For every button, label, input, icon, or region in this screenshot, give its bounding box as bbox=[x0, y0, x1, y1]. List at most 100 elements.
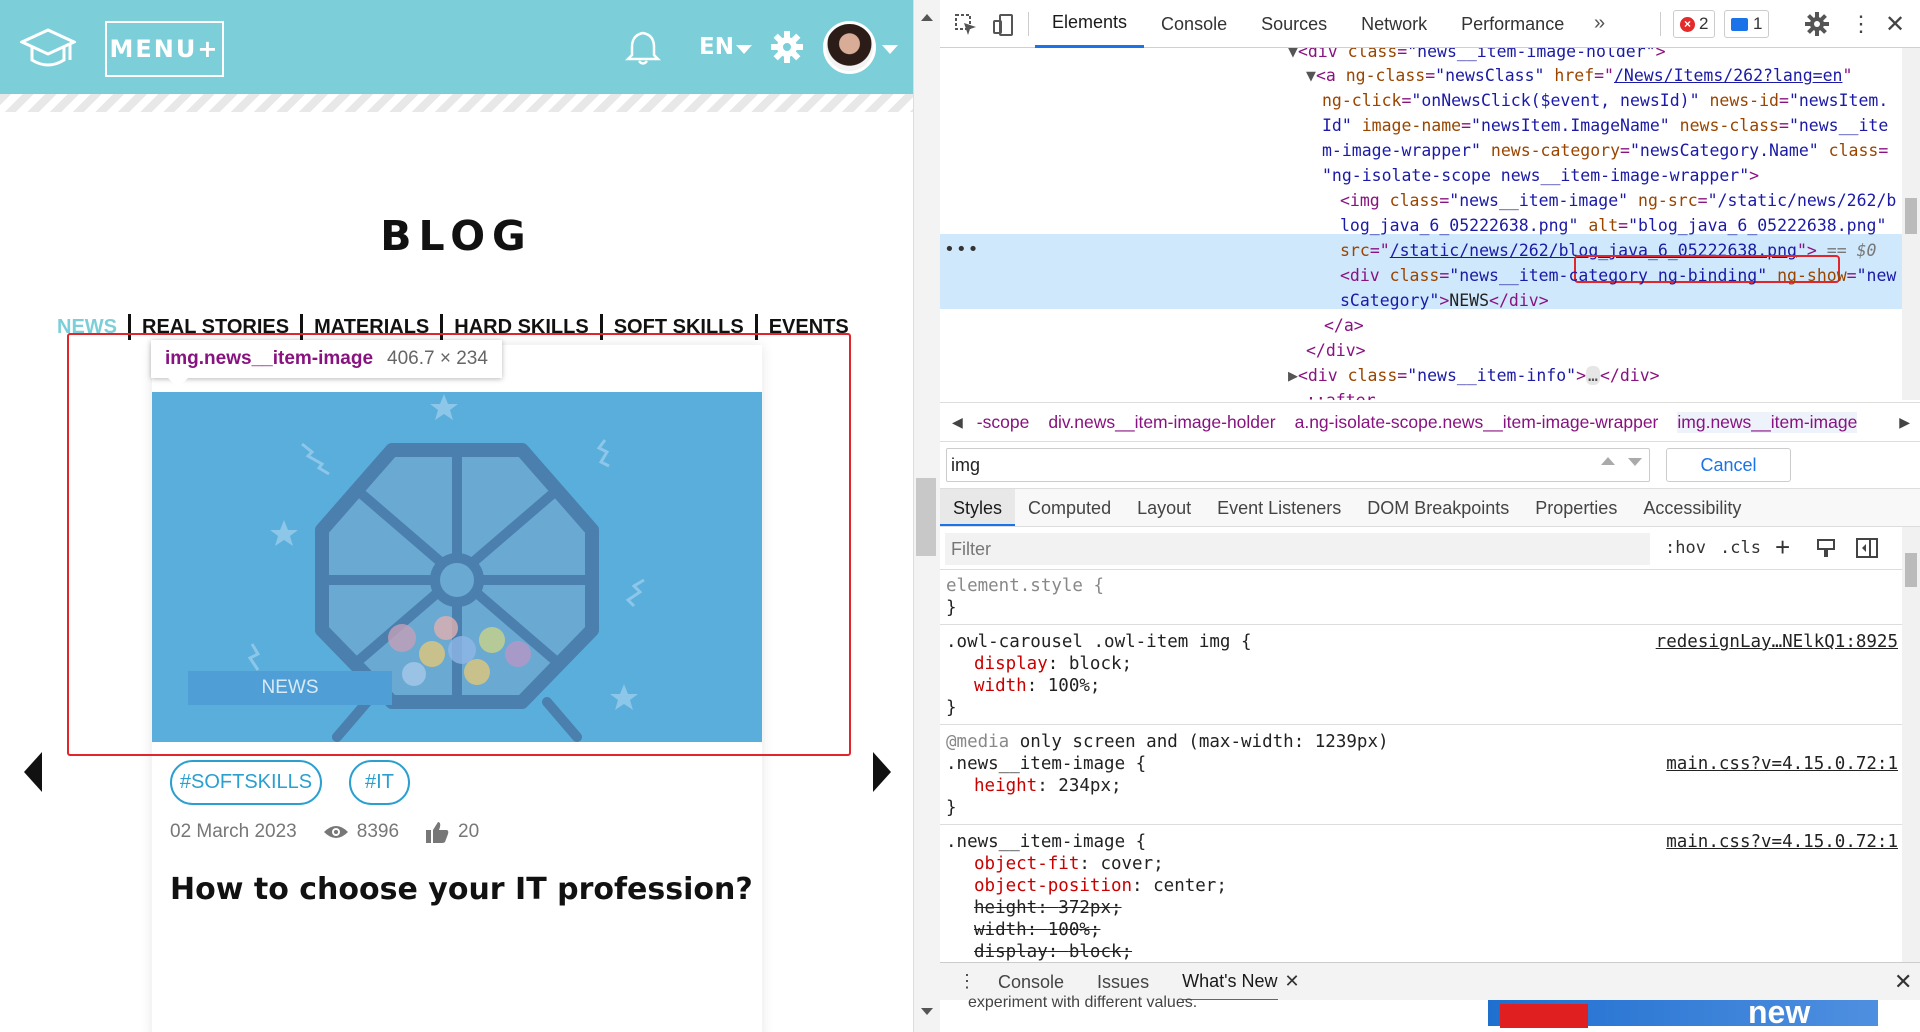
style-declaration-overridden[interactable]: width: 100%; bbox=[974, 919, 1100, 942]
graduation-cap-logo-icon[interactable] bbox=[20, 26, 76, 72]
new-style-rule-icon[interactable]: + bbox=[1775, 532, 1790, 563]
dom-node-category[interactable]: <div class="news__item-category ng-bindi… bbox=[1340, 264, 1896, 289]
element-inspect-tooltip: img.news__item-image 406.7 × 234 bbox=[151, 340, 502, 378]
dom-search-bar: img Cancel bbox=[940, 442, 1920, 489]
tab-performance[interactable]: Performance bbox=[1444, 0, 1581, 48]
tab-network[interactable]: Network bbox=[1344, 0, 1444, 48]
toggle-sidebar-icon[interactable] bbox=[1856, 538, 1878, 558]
search-prev-icon[interactable] bbox=[1601, 457, 1615, 465]
class-toggle[interactable]: .cls bbox=[1720, 538, 1761, 558]
rule-news-image-selector[interactable]: .news__item-image { bbox=[946, 753, 1146, 776]
dom-node-img-selected[interactable]: <img class="news__item-image" ng-src="/s… bbox=[1340, 189, 1896, 214]
breadcrumb-item-current[interactable]: img.news__item-image bbox=[1677, 411, 1858, 433]
styles-filter-input[interactable]: Filter bbox=[945, 533, 1650, 565]
rule-source-link[interactable]: redesignLay…NElkQ1:8925 bbox=[1656, 631, 1898, 654]
dom-node-anchor[interactable]: ▼<a ng-class="newsClass" href="/News/Ite… bbox=[1306, 64, 1852, 89]
style-declaration[interactable]: display: block; bbox=[974, 653, 1132, 676]
devtools-tabs: Elements Console Sources Network Perform… bbox=[1035, 0, 1581, 48]
style-declaration[interactable]: width: 100%; bbox=[974, 675, 1100, 698]
dom-line: sCategory">NEWS</div> bbox=[1340, 291, 1549, 310]
tab-sources[interactable]: Sources bbox=[1244, 0, 1344, 48]
breadcrumb-scroll-right-icon[interactable]: ▶ bbox=[1899, 414, 1910, 431]
more-tabs-chevron-icon[interactable]: » bbox=[1594, 12, 1605, 35]
scroll-up-arrow-icon[interactable] bbox=[921, 14, 933, 21]
error-count-badge[interactable]: × 2 bbox=[1673, 10, 1716, 38]
tab-event-listeners[interactable]: Event Listeners bbox=[1204, 489, 1354, 526]
tab-layout[interactable]: Layout bbox=[1124, 489, 1204, 526]
eye-icon bbox=[323, 826, 348, 838]
menu-button[interactable]: MENU + bbox=[105, 21, 224, 77]
thumbs-up-icon[interactable] bbox=[425, 820, 449, 844]
rule-source-link[interactable]: main.css?v=4.15.0.72:1 bbox=[1666, 831, 1898, 854]
tab-styles[interactable]: Styles bbox=[940, 489, 1016, 526]
rendering-paint-icon[interactable] bbox=[1816, 538, 1836, 558]
breadcrumb-item[interactable]: div.news__item-image-holder bbox=[1048, 412, 1275, 433]
rule-separator bbox=[940, 824, 1902, 825]
close-drawer-icon[interactable]: ✕ bbox=[1894, 969, 1912, 995]
notification-bell-icon[interactable] bbox=[624, 29, 662, 67]
drawer-menu-icon[interactable]: ⋮ bbox=[958, 971, 976, 992]
site-header: MENU + EN bbox=[0, 0, 913, 94]
dom-line: log_java_6_05222638.png" alt="blog_java_… bbox=[1340, 216, 1887, 235]
style-declaration[interactable]: height: 234px; bbox=[974, 775, 1122, 798]
dom-tree-scrollbar-thumb[interactable] bbox=[1905, 198, 1917, 234]
breadcrumb-scroll-left-icon[interactable]: ◀ bbox=[952, 414, 963, 431]
search-next-icon[interactable] bbox=[1628, 458, 1642, 466]
tab-properties[interactable]: Properties bbox=[1522, 489, 1630, 526]
dom-line: </a> bbox=[1324, 316, 1364, 335]
breadcrumb-item[interactable]: -scope bbox=[977, 412, 1030, 433]
rule-owl-selector[interactable]: .owl-carousel .owl-item img { bbox=[946, 631, 1252, 654]
carousel-next-arrow-icon[interactable] bbox=[873, 752, 891, 792]
gear-icon[interactable] bbox=[770, 30, 804, 64]
tab-elements[interactable]: Elements bbox=[1035, 0, 1145, 48]
dom-line: </div> bbox=[1306, 341, 1366, 360]
message-count-badge[interactable]: 1 bbox=[1724, 10, 1770, 38]
language-selector[interactable]: EN bbox=[699, 34, 734, 60]
article-title[interactable]: How to choose your IT profession? bbox=[170, 872, 753, 907]
rule-separator bbox=[940, 624, 1902, 625]
style-declaration-overridden[interactable]: height: 372px; bbox=[974, 897, 1122, 920]
styles-subtabs: Styles Computed Layout Event Listeners D… bbox=[940, 489, 1920, 527]
hover-state-toggle[interactable]: :hov bbox=[1665, 538, 1706, 558]
collapsed-children-ellipsis[interactable]: … bbox=[1586, 366, 1600, 385]
dom-node-image-holder[interactable]: ▼<div class="news__item-image-holder"> bbox=[1288, 48, 1666, 65]
rule-source-link[interactable]: main.css?v=4.15.0.72:1 bbox=[1666, 753, 1898, 776]
avatar[interactable] bbox=[823, 21, 876, 74]
element-highlight-overlay bbox=[67, 333, 851, 756]
page-scrollbar-thumb[interactable] bbox=[916, 478, 936, 556]
tab-accessibility[interactable]: Accessibility bbox=[1630, 489, 1754, 526]
carousel-prev-arrow-icon[interactable] bbox=[24, 752, 42, 792]
more-options-icon[interactable]: ⋮ bbox=[1850, 12, 1872, 36]
hashtag-it[interactable]: #IT bbox=[349, 760, 410, 805]
dom-node-item-info[interactable]: ▶<div class="news__item-info">… </div> bbox=[1288, 364, 1660, 389]
chevron-down-icon[interactable] bbox=[882, 45, 898, 54]
search-cancel-button[interactable]: Cancel bbox=[1666, 448, 1791, 482]
plus-icon: + bbox=[197, 35, 220, 63]
inspect-element-icon[interactable] bbox=[954, 13, 978, 37]
chevron-down-icon[interactable] bbox=[736, 45, 752, 54]
dom-breadcrumb: ◀ -scope div.news__item-image-holder a.n… bbox=[940, 402, 1920, 442]
settings-gear-icon[interactable] bbox=[1805, 12, 1829, 36]
dom-search-input[interactable]: img bbox=[946, 448, 1650, 482]
close-tab-icon[interactable]: ✕ bbox=[1285, 971, 1300, 992]
style-declaration[interactable]: object-fit: cover; bbox=[974, 853, 1164, 876]
rule-news-image-selector[interactable]: .news__item-image { bbox=[946, 831, 1146, 854]
device-toolbar-icon[interactable] bbox=[992, 13, 1016, 37]
toolbar-divider bbox=[1028, 12, 1029, 36]
styles-scrollbar[interactable] bbox=[1902, 527, 1920, 962]
video-play-icon[interactable] bbox=[1500, 1004, 1588, 1028]
styles-scrollbar-thumb[interactable] bbox=[1905, 553, 1917, 587]
hashtag-softskills[interactable]: #SOFTSKILLS bbox=[170, 760, 322, 805]
tab-computed[interactable]: Computed bbox=[1015, 489, 1124, 526]
scroll-down-arrow-icon[interactable] bbox=[921, 1008, 933, 1015]
rule-element-style[interactable]: element.style { bbox=[946, 575, 1104, 598]
tab-dom-breakpoints[interactable]: DOM Breakpoints bbox=[1354, 489, 1522, 526]
breadcrumb-item[interactable]: a.ng-isolate-scope.news__item-image-wrap… bbox=[1295, 412, 1659, 433]
tab-console[interactable]: Console bbox=[1144, 0, 1244, 48]
style-declaration[interactable]: object-position: center; bbox=[974, 875, 1227, 898]
whats-new-text: experiment with different values. bbox=[968, 994, 1198, 1011]
node-actions-ellipsis-icon[interactable]: ••• bbox=[944, 238, 980, 263]
style-declaration-overridden[interactable]: display: block; bbox=[974, 941, 1132, 962]
href-link[interactable]: /News/Items/262?lang=en bbox=[1614, 66, 1842, 85]
close-devtools-icon[interactable]: ✕ bbox=[1885, 10, 1905, 39]
